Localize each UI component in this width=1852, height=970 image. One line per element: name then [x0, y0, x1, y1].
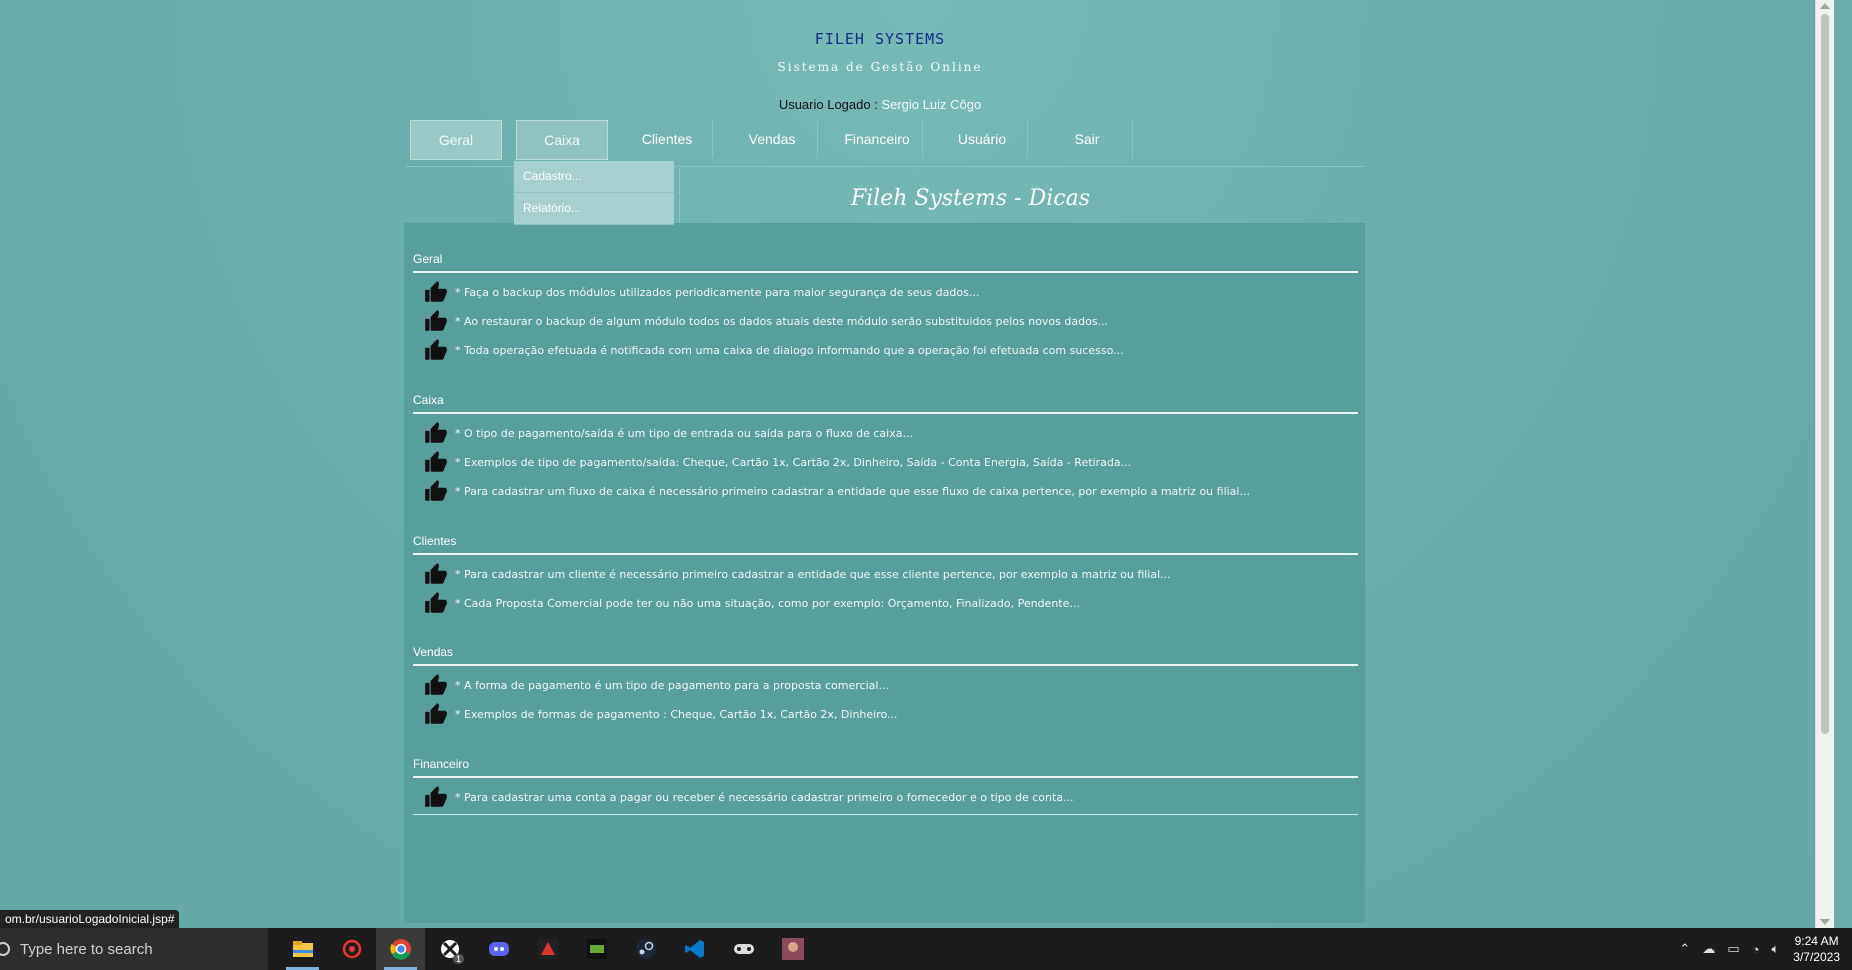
taskbar-search[interactable]: Type here to search	[0, 928, 268, 970]
tip-text: * Exemplos de formas de pagamento : Cheq…	[455, 707, 898, 721]
system-tray: ⌃ ☁ ▭ ◔ 🔈︎ 9:24 AM 3/7/2023	[1673, 928, 1840, 970]
page-title: Fileh Systems - Dicas	[850, 186, 1090, 211]
clock[interactable]: 9:24 AM 3/7/2023	[1793, 933, 1840, 965]
thumbs-up-icon	[423, 672, 449, 698]
tab-sair[interactable]: Sair	[1042, 120, 1133, 158]
tip-row: * Para cadastrar um fluxo de caixa é nec…	[413, 474, 1358, 508]
xbox-icon[interactable]: 1	[425, 928, 474, 970]
brand-logo: FILEH SYSTEMS	[814, 30, 946, 48]
volume-icon[interactable]: 🔈︎	[1771, 941, 1779, 957]
tip-row: * Exemplos de formas de pagamento : Cheq…	[413, 697, 1358, 731]
controller-icon[interactable]	[719, 928, 768, 970]
game-launcher-icon[interactable]	[523, 928, 572, 970]
steam-icon[interactable]	[621, 928, 670, 970]
tip-text: * Faça o backup dos módulos utilizados p…	[455, 285, 980, 299]
tab-usuario[interactable]: Usuário	[937, 120, 1028, 158]
tab-clientes[interactable]: Clientes	[622, 120, 713, 158]
tip-text: * Para cadastrar uma conta a pagar ou re…	[455, 790, 1074, 804]
section-heading: Geral	[413, 252, 1358, 273]
user-name: Sergio Luiz Côgo	[881, 97, 982, 112]
taskbar-apps: 1	[278, 928, 817, 970]
tip-text: * Cada Proposta Comercial pode ter ou nã…	[455, 596, 1080, 610]
file-explorer-icon[interactable]	[278, 928, 327, 970]
thumbs-up-icon	[423, 420, 449, 446]
vertical-scrollbar[interactable]	[1815, 0, 1834, 928]
menu-item-cadastro[interactable]: Cadastro...	[514, 161, 674, 193]
thumbs-up-icon	[423, 478, 449, 504]
section-vendas: Vendas * A forma de pagamento é um tipo d…	[413, 645, 1358, 731]
section-heading: Vendas	[413, 645, 1358, 666]
search-placeholder: Type here to search	[20, 940, 153, 958]
user-label: Usuario Logado :	[778, 97, 878, 112]
chevron-up-icon[interactable]: ⌃	[1679, 941, 1690, 957]
discord-icon[interactable]	[474, 928, 523, 970]
main-nav: Geral Caixa Clientes Vendas Financeiro U…	[410, 120, 1147, 160]
game-avatar-icon[interactable]	[768, 928, 817, 970]
logged-user: Usuario Logado : Sergio Luiz Côgo	[0, 97, 1760, 112]
section-clientes: Clientes * Para cadastrar um cliente é ne…	[413, 534, 1358, 620]
clock-time: 9:24 AM	[1794, 934, 1839, 948]
tip-row: * Toda operação efetuada é notificada co…	[413, 333, 1358, 367]
section-heading: Caixa	[413, 393, 1358, 414]
tip-text: * Para cadastrar um cliente é necessário…	[455, 567, 1171, 581]
tip-text: * O tipo de pagamento/saída é um tipo de…	[455, 426, 913, 440]
antivirus-icon[interactable]	[327, 928, 376, 970]
tab-caixa[interactable]: Caixa	[516, 120, 608, 160]
tip-row: * Para cadastrar uma conta a pagar ou re…	[413, 780, 1358, 815]
thumbs-up-icon	[423, 784, 449, 810]
scroll-up-arrow-icon[interactable]	[1820, 3, 1830, 9]
tip-text: * Toda operação efetuada é notificada co…	[455, 343, 1124, 357]
thumbs-up-icon	[423, 308, 449, 334]
tab-financeiro[interactable]: Financeiro	[832, 120, 923, 158]
chrome-icon[interactable]	[376, 928, 425, 970]
tip-row: * Cada Proposta Comercial pode ter ou nã…	[413, 586, 1358, 620]
tip-text: * Para cadastrar um fluxo de caixa é nec…	[455, 484, 1250, 498]
tip-text: * Ao restaurar o backup de algum módulo …	[455, 314, 1109, 328]
thumbs-up-icon	[423, 449, 449, 475]
browser-viewport: FILEH SYSTEMS Sistema de Gestão Online U…	[0, 0, 1834, 928]
thumbs-up-icon	[423, 337, 449, 363]
section-heading: Financeiro	[413, 757, 1358, 778]
battery-icon[interactable]: ▭	[1727, 941, 1739, 957]
scroll-thumb[interactable]	[1821, 14, 1829, 734]
caixa-dropdown: Cadastro... Relatório...	[514, 161, 674, 225]
section-caixa: Caixa * O tipo de pagamento/saída é um ti…	[413, 393, 1358, 508]
title-box: Fileh Systems - Dicas	[679, 168, 1365, 223]
windows-taskbar: Type here to search 1 ⌃ ☁ ▭ ◔ 🔈︎ 9:24 AM…	[0, 928, 1852, 970]
tip-text: * A forma de pagamento é um tipo de paga…	[455, 678, 889, 692]
scroll-down-arrow-icon[interactable]	[1820, 919, 1830, 925]
status-bar-url: om.br/usuarioLogadoInicial.jsp#	[0, 910, 180, 928]
tab-vendas[interactable]: Vendas	[727, 120, 818, 158]
section-heading: Clientes	[413, 534, 1358, 555]
search-icon	[0, 942, 10, 956]
tips-panel: Geral * Faça o backup dos módulos utiliza…	[404, 223, 1365, 923]
tip-text: * Exemplos de tipo de pagamento/saída: C…	[455, 455, 1132, 469]
tab-geral[interactable]: Geral	[410, 120, 502, 160]
wifi-icon[interactable]: ◔	[1752, 942, 1760, 957]
vscode-icon[interactable]	[670, 928, 719, 970]
thumbs-up-icon	[423, 701, 449, 727]
menu-item-relatorio[interactable]: Relatório...	[514, 193, 674, 225]
tagline: Sistema de Gestão Online	[777, 60, 983, 74]
section-geral: Geral * Faça o backup dos módulos utiliza…	[413, 252, 1358, 367]
section-financeiro: Financeiro * Para cadastrar uma conta a p…	[413, 757, 1358, 815]
thumbs-up-icon	[423, 561, 449, 587]
thumbs-up-icon	[423, 279, 449, 305]
notification-badge: 1	[452, 954, 464, 964]
clock-date: 3/7/2023	[1793, 950, 1840, 964]
cloud-icon[interactable]: ☁	[1702, 941, 1715, 957]
terminal-icon[interactable]	[572, 928, 621, 970]
thumbs-up-icon	[423, 590, 449, 616]
